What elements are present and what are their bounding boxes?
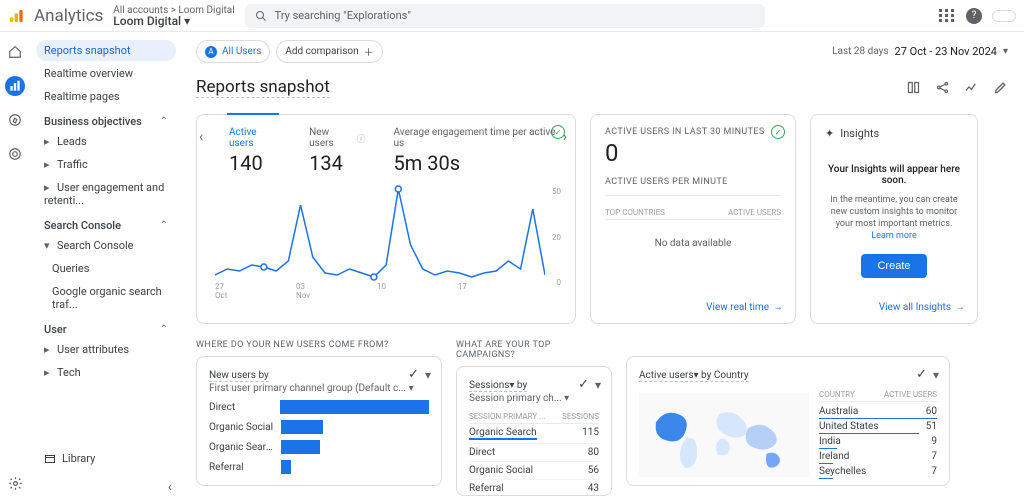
left-rail: [0, 32, 30, 503]
section-header-campaigns: WHAT ARE YOUR TOP CAMPAIGNS?: [456, 340, 612, 360]
card-active-users-country: ✓▾ Active users▾ by Country: [626, 356, 950, 486]
world-map: [639, 390, 809, 480]
arrow-right-icon: →: [773, 302, 783, 313]
page-title: Reports snapshot: [196, 77, 330, 98]
metric-active-users[interactable]: Active users: [229, 127, 281, 149]
property-picker[interactable]: All accounts > Loom Digital Loom Digital…: [113, 5, 234, 27]
sidebar-section-user[interactable]: User⌃: [36, 317, 176, 339]
sidebar-item-tech[interactable]: ▸Tech: [36, 362, 176, 383]
realtime-active-count: 0: [605, 139, 781, 167]
card-realtime: ✓ ACTIVE USERS IN LAST 30 MINUTES 0 ACTI…: [590, 114, 796, 324]
sidebar-item-leads[interactable]: ▸Leads: [36, 131, 176, 152]
new-users-bars: Direct Organic Social Organic Search Referr…: [209, 400, 429, 474]
chart-y-ticks: 50 20 0: [541, 187, 561, 287]
customize-icon[interactable]: [906, 80, 921, 95]
rail-advertising-icon[interactable]: [5, 144, 25, 164]
sidebar-item-reports-snapshot[interactable]: Reports snapshot: [36, 40, 176, 61]
verified-check-icon: ✓: [916, 367, 927, 382]
bar-row: Referral: [209, 460, 429, 474]
chevron-up-icon: ⌃: [160, 324, 168, 335]
verified-check-icon: ✓: [578, 377, 589, 392]
verified-check-icon: ✓: [408, 367, 419, 382]
create-insight-button[interactable]: Create: [861, 254, 926, 278]
search-input[interactable]: Try searching "Explorations": [245, 4, 765, 28]
edit-icon[interactable]: [993, 80, 1008, 95]
sidebar-library[interactable]: Library: [44, 452, 95, 465]
settings-gear-icon[interactable]: [8, 476, 23, 495]
sessions-rows: Organic Search115Direct80Organic Social5…: [469, 424, 599, 496]
sidebar-section-business[interactable]: Business objectives⌃: [36, 109, 176, 131]
metric-new-users[interactable]: New users ⓘ: [309, 127, 365, 149]
sidebar-section-search-console[interactable]: Search Console⌃: [36, 213, 176, 235]
table-row: Organic Social56: [469, 462, 599, 480]
metric-avg-engagement[interactable]: Average engagement time per active us: [394, 127, 561, 149]
sidebar: Reports snapshot Realtime overview Realt…: [30, 32, 182, 503]
insights-icon[interactable]: [964, 80, 979, 95]
country-rows: Australia60United States51India9Ireland7…: [819, 404, 937, 479]
chevron-down-icon[interactable]: ▾: [933, 368, 939, 382]
main-content: AAll Users Add comparison＋ Last 28 days …: [182, 32, 1024, 503]
chevron-up-icon: ⌃: [160, 116, 168, 127]
chevron-down-icon[interactable]: ▾: [564, 393, 569, 404]
card-new-users-channel: ✓▾ New users by First user primary chann…: [196, 356, 442, 486]
card-metrics-chart: ✓ ‹ › Active users 140 New users ⓘ 134 A…: [196, 114, 576, 324]
chevron-down-icon[interactable]: ▾: [425, 368, 431, 382]
analytics-logo-icon: [8, 8, 24, 24]
rail-home-icon[interactable]: [5, 42, 25, 62]
app-grid-icon[interactable]: [938, 7, 956, 25]
link-view-realtime[interactable]: View real time →: [706, 302, 783, 313]
table-row: Seychelles7: [819, 464, 937, 479]
info-icon: ⓘ: [357, 132, 366, 145]
sidebar-item-engagement[interactable]: ▸User engagement and retenti...: [36, 177, 176, 211]
card-sessions-channel: ✓▾ Sessions▾ by Session primary ch... ▾ …: [456, 366, 612, 496]
bar-row: Organic Search: [209, 440, 429, 454]
table-row: United States51: [819, 419, 937, 434]
account-badge[interactable]: [992, 10, 1016, 22]
card-insights: ✦Insights Your Insights will appear here…: [810, 114, 978, 324]
sidebar-item-queries[interactable]: Queries: [36, 258, 176, 279]
chevron-up-icon: ⌃: [160, 220, 168, 231]
table-row: Direct80: [469, 444, 599, 462]
section-header-new-users: WHERE DO YOUR NEW USERS COME FROM?: [196, 340, 442, 350]
table-row: Ireland7: [819, 449, 937, 464]
table-row: Organic Search115: [469, 424, 599, 444]
brand-name: Analytics: [34, 6, 103, 26]
chip-add-comparison[interactable]: Add comparison＋: [276, 40, 382, 63]
link-view-all-insights[interactable]: View all Insights →: [879, 302, 965, 313]
collapse-sidebar-icon[interactable]: ‹: [168, 479, 172, 495]
help-icon[interactable]: ?: [966, 8, 982, 24]
chart-x-ticks: 27Oct 03Nov 10 17: [215, 282, 539, 300]
link-learn-more[interactable]: Learn more: [871, 231, 917, 241]
share-icon[interactable]: [935, 80, 950, 95]
search-icon: [255, 10, 267, 22]
sidebar-item-user-attributes[interactable]: ▸User attributes: [36, 339, 176, 360]
table-row: Referral43: [469, 480, 599, 496]
chevron-down-icon[interactable]: ▾: [595, 378, 601, 392]
metrics-next-arrow[interactable]: ›: [563, 129, 567, 145]
sidebar-item-search-console[interactable]: ▾Search Console: [36, 235, 176, 256]
verified-check-icon: ✓: [771, 125, 785, 139]
table-row: Australia60: [819, 404, 937, 419]
plus-icon: ＋: [364, 44, 374, 59]
search-placeholder: Try searching "Explorations": [275, 9, 411, 22]
sparkle-icon: ✦: [825, 127, 834, 140]
sidebar-item-organic[interactable]: Google organic search traf...: [36, 281, 176, 315]
line-chart: [215, 185, 545, 285]
sidebar-item-traffic[interactable]: ▸Traffic: [36, 154, 176, 175]
chevron-down-icon: ▾: [1003, 46, 1008, 57]
table-row: India9: [819, 434, 937, 449]
chevron-down-icon[interactable]: ▾: [409, 383, 414, 394]
rail-explore-icon[interactable]: [5, 110, 25, 130]
metrics-prev-arrow[interactable]: ‹: [199, 129, 203, 145]
date-range-picker[interactable]: Last 28 days 27 Oct - 23 Nov 2024 ▾: [832, 45, 1008, 58]
sidebar-item-realtime-overview[interactable]: Realtime overview: [36, 63, 176, 84]
chip-all-users[interactable]: AAll Users: [196, 40, 270, 63]
rail-reports-icon[interactable]: [5, 76, 25, 96]
bar-row: Direct: [209, 400, 429, 414]
arrow-right-icon: →: [955, 302, 965, 313]
library-icon: [44, 453, 56, 465]
sidebar-item-realtime-pages[interactable]: Realtime pages: [36, 86, 176, 107]
bar-row: Organic Social: [209, 420, 429, 434]
topbar: Analytics All accounts > Loom Digital Lo…: [0, 0, 1024, 32]
